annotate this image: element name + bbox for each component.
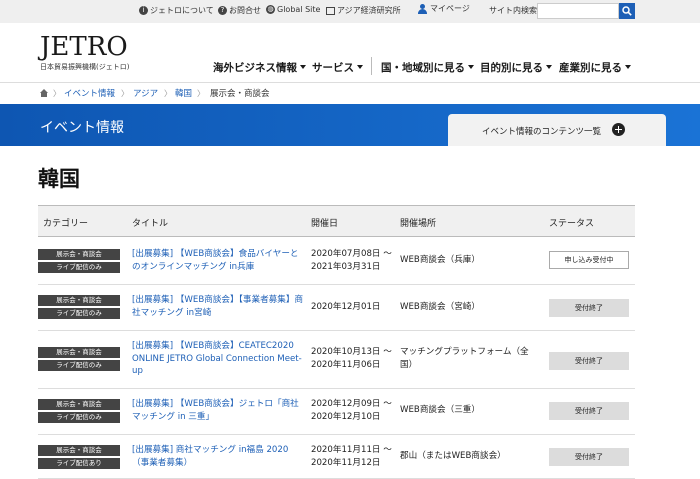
- jetro-logo[interactable]: JETRO 日本貿易振興機構(ジェトロ): [40, 34, 129, 72]
- event-venue: 郡山（またはWEB商談会）: [400, 451, 506, 461]
- global-site-link[interactable]: ◍ Global Site: [266, 5, 320, 14]
- table-header: カテゴリー タイトル 開催日 開催場所 ステータス: [38, 205, 635, 237]
- gnav-label: サービス: [312, 62, 354, 74]
- question-icon: ?: [218, 6, 227, 15]
- category-badge: 展示会・商談会: [38, 295, 120, 306]
- category-badge: 展示会・商談会: [38, 399, 120, 410]
- table-row: 展示会・商談会 ライブ配信のみ [出展募集] 【WEB商談会】【事業者募集】商社…: [38, 285, 635, 331]
- table-row: 展示会・商談会 ライブ配信のみ [出展募集] 【WEB商談会】食品バイヤーとのオ…: [38, 238, 635, 285]
- gnav-overseas-business[interactable]: 海外ビジネス情報: [213, 60, 306, 75]
- event-date: 2020年12月01日: [311, 302, 381, 312]
- event-title-link[interactable]: [出展募集] 【WEB商談会】CEATEC2020 ONLINE JETRO G…: [132, 340, 304, 378]
- table-row: 展示会・商談会 ライブ配信のみ [出展募集] 【WEB商談会】ジェトロ「商社マッ…: [38, 389, 635, 435]
- gnav-label: 海外ビジネス情報: [213, 62, 297, 74]
- gnav-label: 国・地域別に見る: [381, 62, 465, 74]
- event-venue: マッチングプラットフォーム（全国）: [400, 347, 529, 370]
- page-title: 韓国: [38, 167, 80, 191]
- search-button[interactable]: [619, 3, 635, 19]
- gnav-label: 産業別に見る: [559, 62, 622, 74]
- status-badge: 受付終了: [549, 402, 629, 420]
- breadcrumb-events[interactable]: イベント情報: [64, 87, 115, 99]
- breadcrumb-asia[interactable]: アジア: [133, 87, 158, 99]
- live-badge: ライブ配信のみ: [38, 412, 120, 423]
- gnav-by-region[interactable]: 国・地域別に見る: [381, 60, 474, 75]
- header-date: 開催日: [311, 219, 339, 229]
- header-status: ステータス: [549, 219, 595, 229]
- event-title-link[interactable]: [出展募集] 【WEB商談会】ジェトロ「商社マッチング in 三重」: [132, 398, 304, 423]
- live-badge: ライブ配信のみ: [38, 308, 120, 319]
- breadcrumb-current: 展示会・商談会: [210, 89, 270, 99]
- live-badge: ライブ配信のみ: [38, 262, 120, 273]
- mypage-link[interactable]: マイページ: [418, 3, 470, 14]
- contact-label: お問合せ: [229, 6, 261, 15]
- event-venue: WEB商談会（兵庫）: [400, 255, 480, 265]
- about-link[interactable]: i ジェトロについて: [139, 5, 214, 16]
- header-category: カテゴリー: [43, 219, 89, 229]
- caret-down-icon: [300, 65, 306, 69]
- status-badge: 受付終了: [549, 299, 629, 317]
- category-badge: 展示会・商談会: [38, 445, 120, 456]
- status-badge[interactable]: 申し込み受付中: [549, 251, 629, 269]
- info-icon: i: [139, 6, 148, 15]
- gnav-divider: [371, 57, 372, 75]
- contents-list-tab[interactable]: イベント情報のコンテンツ一覧: [448, 114, 666, 146]
- table-row: 展示会・商談会 ライブ配信あり [出展募集] 商社マッチング in福島 2020…: [38, 435, 635, 479]
- header-venue: 開催場所: [400, 219, 437, 229]
- event-date: 2020年10月13日 〜 2020年11月06日: [311, 347, 392, 370]
- search-icon: [622, 6, 632, 16]
- globe-icon: ◍: [266, 5, 275, 14]
- live-badge: ライブ配信あり: [38, 458, 120, 469]
- building-icon: [326, 6, 335, 15]
- logo-wordmark: JETRO: [40, 32, 128, 62]
- caret-down-icon: [357, 65, 363, 69]
- caret-down-icon: [546, 65, 552, 69]
- gnav-by-purpose[interactable]: 目的別に見る: [480, 60, 552, 75]
- event-venue: WEB商談会（宮崎）: [400, 302, 480, 312]
- search-input[interactable]: [537, 3, 619, 19]
- caret-down-icon: [625, 65, 631, 69]
- gnav-by-industry[interactable]: 産業別に見る: [559, 60, 631, 75]
- utility-bar: i ジェトロについて ? お問合せ ◍ Global Site アジア経済研究所…: [0, 0, 700, 23]
- event-title-link[interactable]: [出展募集] 【WEB商談会】食品バイヤーとのオンラインマッチング in兵庫: [132, 248, 304, 273]
- ide-link[interactable]: アジア経済研究所: [326, 5, 401, 16]
- header-title: タイトル: [132, 219, 169, 229]
- event-date: 2020年11月11日 〜 2020年11月12日: [311, 445, 392, 468]
- category-badge: 展示会・商談会: [38, 347, 120, 358]
- chevron-right-icon: 〉: [197, 89, 205, 98]
- breadcrumb-korea[interactable]: 韓国: [175, 87, 192, 99]
- event-venue: WEB商談会（三重）: [400, 405, 480, 415]
- chevron-right-icon: 〉: [121, 89, 129, 98]
- section-banner: イベント情報 イベント情報のコンテンツ一覧: [0, 104, 700, 146]
- plus-circle-icon: [612, 123, 625, 136]
- chevron-right-icon: 〉: [53, 89, 61, 98]
- contact-link[interactable]: ? お問合せ: [218, 5, 261, 16]
- table-row: 展示会・商談会 ライブ配信のみ [出展募集] 【WEB商談会】CEATEC202…: [38, 331, 635, 389]
- status-badge: 受付終了: [549, 448, 629, 466]
- home-icon[interactable]: [40, 89, 48, 97]
- search-label: サイト内検索: [489, 6, 537, 15]
- contents-list-label: イベント情報のコンテンツ一覧: [482, 127, 602, 137]
- caret-down-icon: [468, 65, 474, 69]
- gnav-services[interactable]: サービス: [312, 60, 363, 75]
- status-badge: 受付終了: [549, 352, 629, 370]
- chevron-right-icon: 〉: [164, 89, 172, 98]
- event-date: 2020年12月09日 〜 2020年12月10日: [311, 399, 392, 422]
- about-label: ジェトロについて: [150, 6, 214, 15]
- gnav-label: 目的別に見る: [480, 62, 543, 74]
- event-title-link[interactable]: [出展募集] 商社マッチング in福島 2020（事業者募集）: [132, 444, 304, 469]
- live-badge: ライブ配信のみ: [38, 360, 120, 371]
- event-title-link[interactable]: [出展募集] 【WEB商談会】【事業者募集】商社マッチング in宮崎: [132, 294, 304, 319]
- mypage-label: マイページ: [430, 4, 470, 13]
- category-badge: 展示会・商談会: [38, 249, 120, 260]
- banner-title: イベント情報: [40, 120, 124, 136]
- user-icon: [418, 3, 428, 14]
- breadcrumb: 〉 イベント情報 〉 アジア 〉 韓国 〉 展示会・商談会: [0, 83, 700, 103]
- logo-subtitle: 日本貿易振興機構(ジェトロ): [40, 63, 130, 71]
- event-date: 2020年07月08日 〜 2021年03月31日: [311, 249, 392, 272]
- ide-label: アジア経済研究所: [337, 6, 401, 15]
- global-site-label: Global Site: [277, 5, 321, 14]
